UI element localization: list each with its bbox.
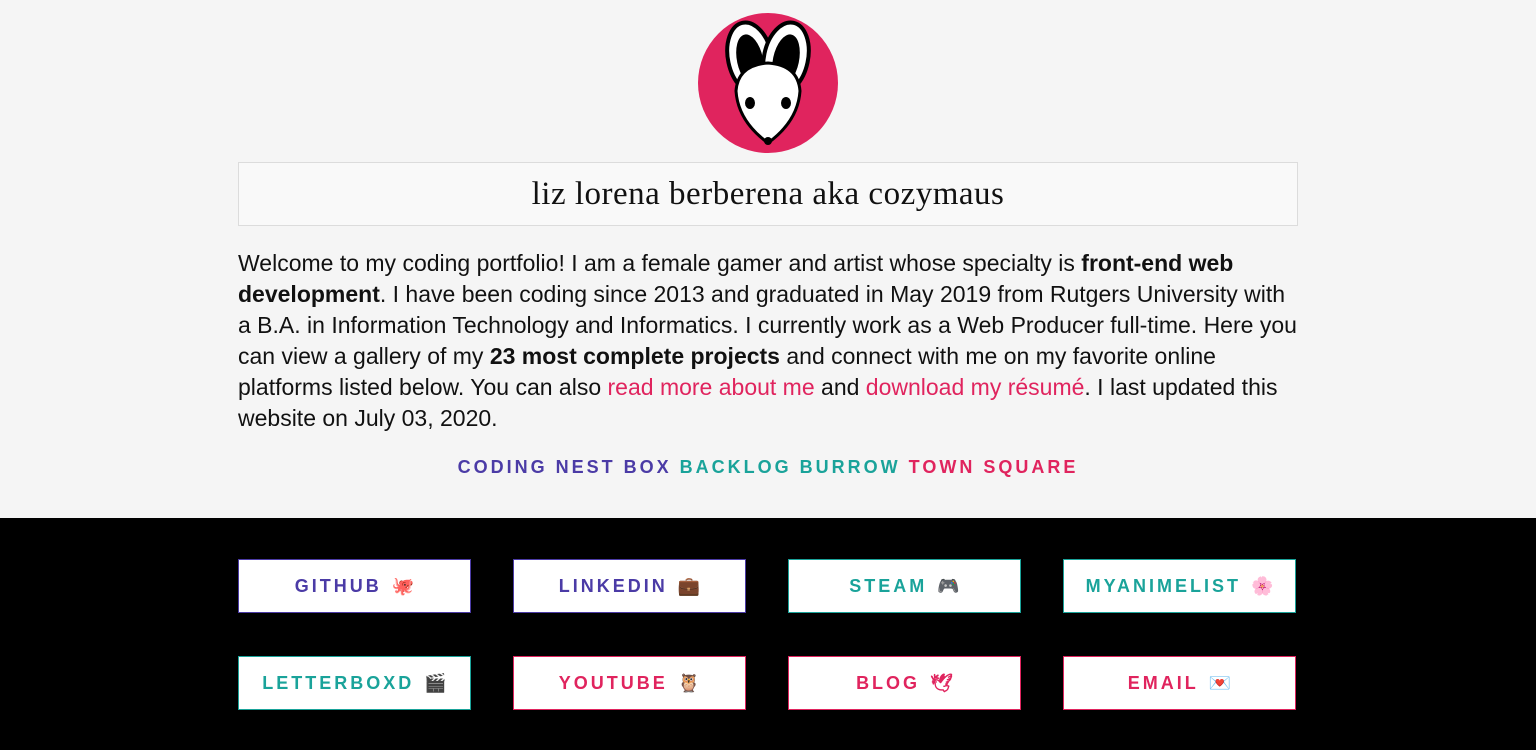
nav-link-backlog-burrow[interactable]: BACKLOG BURROW <box>680 457 901 477</box>
blog-label: BLOG <box>856 672 921 693</box>
section-nav: CODING NEST BOX BACKLOG BURROW TOWN SQUA… <box>0 457 1536 478</box>
myanimelist-label: MYANIMELIST <box>1085 575 1241 596</box>
blog-button[interactable]: BLOG 🕊 <box>788 656 1021 710</box>
github-label: GITHUB <box>294 575 382 596</box>
nav-link-town-square[interactable]: TOWN SQUARE <box>909 457 1079 477</box>
intro-text: and <box>814 374 866 400</box>
clapper-board-icon: 🎬 <box>424 673 447 693</box>
briefcase-icon: 💼 <box>677 576 701 596</box>
letterboxd-button[interactable]: LETTERBOXD 🎬 <box>238 656 471 710</box>
header-section: liz lorena berberena aka cozymaus Welcom… <box>0 0 1536 518</box>
email-button[interactable]: EMAIL 💌 <box>1063 656 1296 710</box>
page-title: liz lorena berberena aka cozymaus <box>531 175 1005 212</box>
linkedin-label: LINKEDIN <box>558 575 668 596</box>
cherry-blossom-icon: 🌸 <box>1250 576 1274 596</box>
intro-bold-projects: 23 most complete projects <box>489 343 780 369</box>
nav-link-coding-nest-box[interactable]: CODING NEST BOX <box>458 457 672 477</box>
email-label: EMAIL <box>1127 672 1199 693</box>
mouse-avatar-logo <box>698 13 838 153</box>
intro-text: Welcome to my coding portfolio! I am a f… <box>238 250 1082 276</box>
myanimelist-button[interactable]: MYANIMELIST 🌸 <box>1063 559 1296 613</box>
steam-label: STEAM <box>849 575 928 596</box>
resume-download-link[interactable]: download my résumé <box>866 374 1085 400</box>
letterboxd-label: LETTERBOXD <box>262 672 415 693</box>
game-controller-icon: 🎮 <box>937 576 960 596</box>
about-me-link[interactable]: read more about me <box>608 374 815 400</box>
social-links-section: GITHUB 🐙 LINKEDIN 💼 STEAM 🎮 MYANIMELIST … <box>0 518 1536 750</box>
octopus-icon: 🐙 <box>391 576 415 596</box>
love-letter-icon: 💌 <box>1208 673 1232 693</box>
steam-button[interactable]: STEAM 🎮 <box>788 559 1021 613</box>
youtube-button[interactable]: YOUTUBE 🦉 <box>513 656 746 710</box>
owl-icon: 🦉 <box>677 673 701 693</box>
github-button[interactable]: GITHUB 🐙 <box>238 559 471 613</box>
intro-paragraph: Welcome to my coding portfolio! I am a f… <box>238 248 1302 434</box>
mouse-logo-icon <box>725 20 811 145</box>
linkedin-button[interactable]: LINKEDIN 💼 <box>513 559 746 613</box>
title-box: liz lorena berberena aka cozymaus <box>238 162 1298 226</box>
youtube-label: YOUTUBE <box>558 672 668 693</box>
dove-icon: 🕊 <box>930 673 953 693</box>
